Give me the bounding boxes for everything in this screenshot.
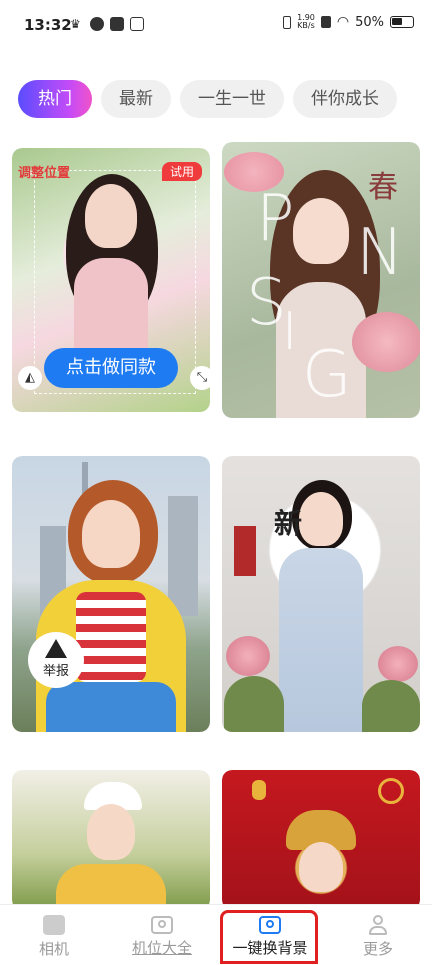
figure-face xyxy=(82,500,140,568)
nav-more[interactable]: 更多 xyxy=(324,905,432,965)
crown-icon: ♛ xyxy=(70,17,81,31)
net-speed: 1.90 KB/s xyxy=(297,14,315,30)
highlight-box xyxy=(220,910,318,964)
status-bar: 13:32 ♛ 1.90 KB/s ◠ 50% xyxy=(0,0,432,52)
figure-face xyxy=(293,198,349,264)
decor-letter: P xyxy=(256,182,295,256)
figure-face xyxy=(299,492,343,546)
template-card[interactable]: 举报 热门 xyxy=(12,456,210,732)
play-icon xyxy=(130,17,144,31)
net-speed-unit: KB/s xyxy=(297,21,315,30)
report-button[interactable]: 举报 xyxy=(28,632,84,688)
template-image[interactable]: P N S I G 春 xyxy=(222,142,420,418)
camera-icon xyxy=(43,915,65,935)
leaf-decor xyxy=(224,676,284,732)
status-system-icons: 1.90 KB/s ◠ 50% xyxy=(283,14,414,30)
lotus-decor xyxy=(226,636,270,676)
template-image[interactable] xyxy=(222,770,420,910)
figure-skirt xyxy=(46,682,176,732)
decor-letter: N xyxy=(356,216,404,290)
blossom-decor xyxy=(352,312,420,372)
tab-grow-with-you[interactable]: 伴你成长 xyxy=(293,80,397,118)
nav-camera[interactable]: 相机 xyxy=(0,905,108,965)
tab-hot[interactable]: 热门 xyxy=(18,80,92,118)
nav-label: 相机 xyxy=(38,940,69,958)
report-label: 举报 xyxy=(42,664,69,679)
tab-latest[interactable]: 最新 xyxy=(101,80,171,118)
lantern-decor xyxy=(252,780,266,800)
template-card[interactable] xyxy=(12,770,210,910)
wifi-icon: ◠ xyxy=(336,14,350,30)
category-tabs: 热门 最新 一生一世 伴你成长 xyxy=(18,80,432,118)
nav-label: 机位大全 xyxy=(131,939,192,957)
template-image[interactable] xyxy=(12,770,210,910)
nav-positions[interactable]: 机位大全 xyxy=(108,905,216,965)
bottom-nav: 相机 机位大全 一键换背景 更多 xyxy=(0,904,432,964)
app-icon xyxy=(110,17,124,31)
leaf-decor xyxy=(362,680,420,732)
template-image[interactable]: 举报 xyxy=(12,456,210,732)
battery-text: 50% xyxy=(355,14,384,30)
blossom-decor xyxy=(224,152,284,192)
lotus-decor xyxy=(378,646,418,682)
vibrate-icon xyxy=(283,15,292,29)
battery-icon xyxy=(390,16,414,28)
make-same-button[interactable]: 点击做同款 xyxy=(44,348,178,388)
figure-face xyxy=(299,842,343,892)
figure-shirt xyxy=(76,592,146,682)
resize-icon[interactable]: ⤡ xyxy=(190,366,210,390)
decor-letter: G xyxy=(302,338,352,412)
person-icon xyxy=(368,915,388,935)
template-card[interactable] xyxy=(222,770,420,910)
nav-label: 更多 xyxy=(362,940,393,958)
status-time: 13:32 xyxy=(24,16,72,34)
sim-icon xyxy=(320,16,331,28)
template-image[interactable]: 新 xyxy=(222,456,420,732)
app-icon xyxy=(90,17,104,31)
decor-letter: I xyxy=(282,302,298,362)
building-decor xyxy=(168,496,198,616)
camera-outline-icon xyxy=(151,916,173,934)
decor-character: 春 xyxy=(368,170,398,205)
template-image[interactable]: ✕ 调整位置 试用 点击做同款 ◭ ⤡ xyxy=(12,148,210,412)
trial-badge: 试用 xyxy=(161,162,202,181)
template-card[interactable]: ✕ 调整位置 试用 点击做同款 ◭ ⤡ 热门 xyxy=(12,148,210,412)
template-card[interactable]: P N S I G 春 热门 xyxy=(222,142,420,418)
figure-qipao xyxy=(279,548,363,732)
figure-face xyxy=(87,804,135,860)
decor-letter: S xyxy=(246,266,287,340)
status-notification-icons: ♛ xyxy=(70,17,144,31)
warning-icon xyxy=(45,639,67,658)
tab-forever[interactable]: 一生一世 xyxy=(180,80,284,118)
seal-decor xyxy=(234,526,256,576)
adjust-position-label[interactable]: 调整位置 xyxy=(18,162,70,181)
template-card[interactable]: 新 热门 xyxy=(222,456,420,732)
decor-character: 新 xyxy=(274,507,303,540)
flip-icon[interactable]: ◭ xyxy=(18,366,42,390)
knot-decor xyxy=(378,778,404,804)
